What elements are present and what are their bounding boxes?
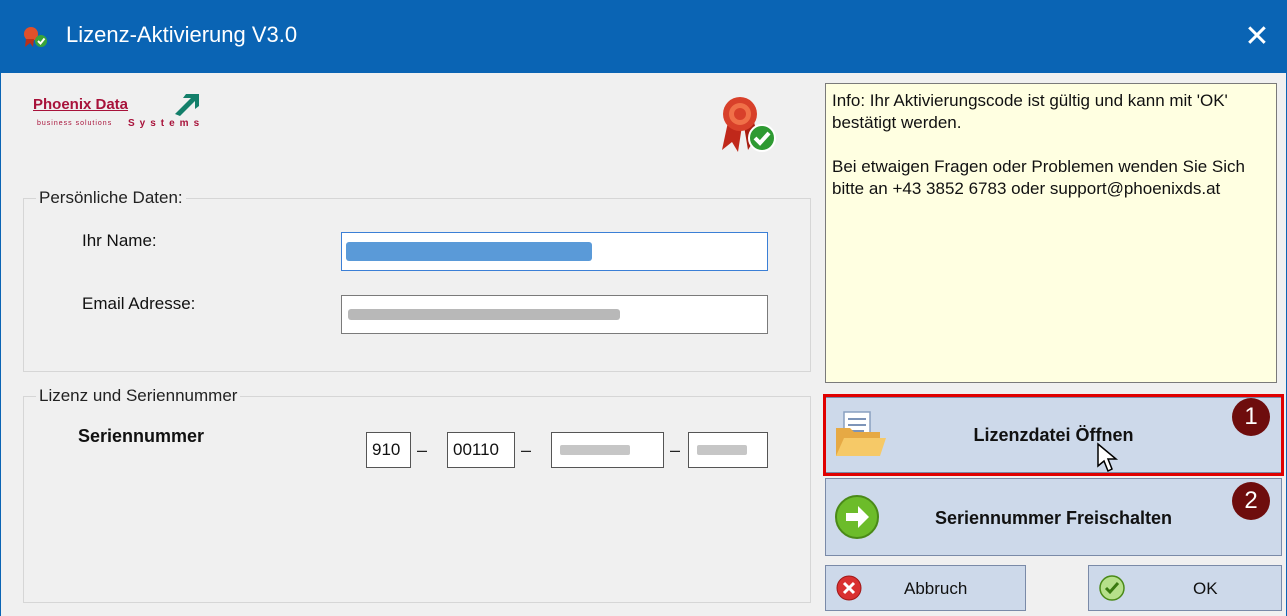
name-input[interactable] <box>341 232 768 271</box>
check-icon <box>1099 575 1125 601</box>
serial-part-3-redacted <box>560 445 630 455</box>
ok-button[interactable]: OK <box>1088 565 1282 611</box>
serial-separator: – <box>670 440 681 460</box>
highlight-frame <box>823 394 1284 476</box>
cancel-icon <box>836 575 862 601</box>
personal-data-group <box>23 198 811 372</box>
activate-serial-button[interactable]: Seriennummer Freischalten <box>825 478 1282 556</box>
personal-data-legend: Persönliche Daten: <box>36 188 186 208</box>
info-status-text: Info: Ihr Aktivierungscode ist gültig un… <box>832 91 1228 132</box>
serial-part-1-input[interactable]: 910 <box>366 432 411 468</box>
cancel-label: Abbruch <box>904 579 968 598</box>
ok-label: OK <box>1193 579 1218 598</box>
email-label: Email Adresse: <box>82 294 196 313</box>
title-bar: Lizenz-Aktivierung V3.0 ✕ <box>0 0 1287 73</box>
window-title: Lizenz-Aktivierung V3.0 <box>66 22 298 47</box>
close-icon[interactable]: ✕ <box>1227 0 1287 73</box>
name-label: Ihr Name: <box>82 231 157 250</box>
serial-label: Seriennummer <box>78 426 205 446</box>
app-icon <box>24 27 47 47</box>
serial-part-3-input[interactable] <box>551 432 664 468</box>
serial-separator: – <box>417 440 428 460</box>
email-redacted <box>348 309 620 320</box>
certificate-valid-icon <box>722 97 776 152</box>
serial-part-4-redacted <box>697 445 747 455</box>
logo-arrow-icon <box>175 94 199 116</box>
activate-serial-label: Seriennummer Freischalten <box>934 508 1173 528</box>
info-contact-text: Bei etwaigen Fragen oder Problemen wende… <box>832 157 1245 198</box>
license-legend: Lizenz und Seriennummer <box>36 386 241 406</box>
step-1-badge: 1 <box>1232 398 1270 436</box>
info-panel: Info: Ihr Aktivierungscode ist gültig un… <box>825 83 1277 383</box>
company-logo: Phoenix Data business solutions Systems <box>33 94 205 136</box>
logo-tagline: business solutions <box>37 120 113 127</box>
email-input[interactable] <box>341 295 768 334</box>
cancel-button[interactable]: Abbruch <box>825 565 1026 611</box>
logo-sub: Systems <box>128 118 205 129</box>
serial-part-2-input[interactable]: 00110 <box>447 432 515 468</box>
serial-part-4-input[interactable] <box>688 432 768 468</box>
serial-separator: – <box>521 440 532 460</box>
name-redacted <box>346 242 592 261</box>
logo-name: Phoenix Data <box>33 96 129 113</box>
step-2-badge: 2 <box>1232 482 1270 520</box>
